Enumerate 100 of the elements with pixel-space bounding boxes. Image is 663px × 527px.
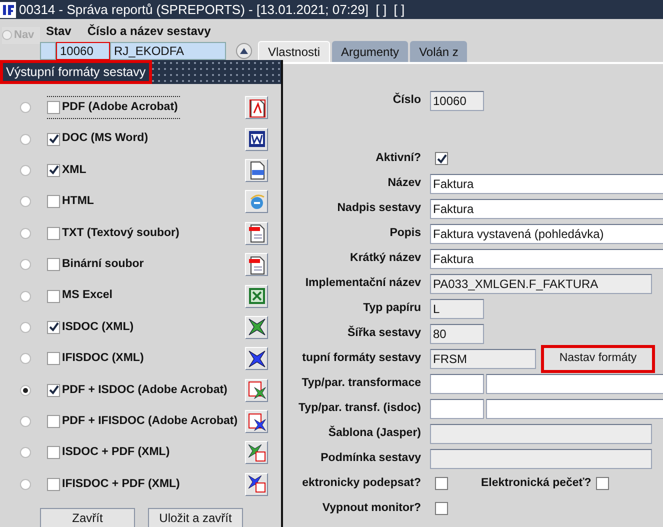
format-checkbox[interactable]: PDF (Adobe Acrobat): [47, 96, 180, 120]
radio-button[interactable]: [20, 134, 31, 145]
file-format-icon: [246, 286, 266, 306]
checkmark-icon: [48, 322, 58, 332]
text-field[interactable]: Faktura vystavená (pohledávka): [430, 224, 663, 244]
format-checkbox[interactable]: PDF + ISDOC (Adobe Acrobat): [47, 378, 230, 402]
format-checkbox[interactable]: IFISDOC (XML): [47, 347, 146, 370]
format-icon-button[interactable]: [245, 378, 268, 402]
field-label: Vypnout monitor?: [321, 500, 422, 516]
column-header: Číslo a název sestavy: [87, 23, 211, 40]
field-label: Elektronická pečeť?: [481, 476, 592, 491]
checkbox[interactable]: [435, 477, 448, 490]
text-field[interactable]: [486, 374, 663, 394]
field-label: Název: [386, 176, 422, 191]
file-format-icon: [246, 254, 266, 275]
format-icon-button[interactable]: [245, 316, 268, 339]
field-label: Typ/par. transf. (isdoc): [298, 400, 422, 416]
radio-button[interactable]: [20, 259, 31, 270]
name-field[interactable]: RJ_EKODFA: [110, 42, 226, 60]
radio-button[interactable]: [20, 322, 31, 333]
radio-button[interactable]: [20, 478, 31, 490]
field-label: Šablona (Jasper): [327, 424, 422, 441]
file-format-icon: [246, 380, 266, 400]
format-icon-button[interactable]: [245, 128, 268, 151]
format-checkbox[interactable]: TXT (Textový soubor): [47, 222, 182, 245]
format-icon-button[interactable]: [245, 347, 268, 370]
tab[interactable]: Vlastnosti: [258, 41, 330, 62]
text-field[interactable]: [486, 398, 663, 418]
format-icon-button[interactable]: [245, 158, 268, 182]
readonly-field[interactable]: 10060: [430, 90, 484, 110]
readonly-field[interactable]: PA033_XMLGEN.F_FAKTURA: [430, 274, 652, 294]
text-field[interactable]: Faktura: [430, 248, 663, 268]
checkmark-icon: [48, 165, 58, 176]
format-checkbox[interactable]: ISDOC (XML): [47, 316, 136, 340]
text-field[interactable]: Faktura: [430, 198, 663, 218]
checkbox[interactable]: [435, 502, 448, 515]
format-icon-button[interactable]: [245, 472, 268, 496]
format-icon-button[interactable]: [245, 441, 268, 464]
radio-button[interactable]: [20, 228, 31, 239]
dialog-button[interactable]: Zavřít: [40, 508, 135, 527]
set-formats-button[interactable]: Nastav formáty: [544, 348, 652, 370]
window-title: 00314 - Správa reportů (SPREPORTS) - [13.01.2021; 07:29] [ ] [ ]: [19, 0, 405, 19]
readonly-field[interactable]: [430, 448, 652, 468]
radio-button[interactable]: [20, 102, 31, 114]
field-label: Typ/par. transformace: [300, 376, 422, 391]
radio-button[interactable]: [20, 353, 31, 364]
tab[interactable]: Volán z: [410, 41, 468, 62]
dialog-button[interactable]: Uložit a zavřít: [148, 508, 243, 527]
text-field[interactable]: [430, 374, 484, 394]
file-format-icon: [246, 317, 266, 338]
format-checkbox[interactable]: XML: [47, 158, 88, 182]
field-label: Nadpis sestavy: [336, 200, 422, 216]
format-checkbox[interactable]: HTML: [47, 190, 96, 214]
file-format-icon: [246, 129, 266, 150]
field-label: tupní formáty sestavy: [301, 350, 422, 366]
format-checkbox[interactable]: MS Excel: [47, 284, 114, 308]
tab[interactable]: Argumenty: [332, 41, 408, 62]
scroll-up-button[interactable]: [236, 43, 252, 59]
field-label: Aktivní?: [374, 150, 422, 166]
format-checkbox[interactable]: PDF + IFISDOC (Adobe Acrobat): [47, 410, 240, 434]
app-logo-icon: [0, 2, 16, 18]
checkbox[interactable]: [435, 152, 448, 165]
readonly-field[interactable]: FRSM: [430, 348, 536, 368]
caret-up-icon: [240, 48, 248, 54]
format-icon-button[interactable]: [245, 96, 268, 120]
checkmark-icon: [48, 385, 58, 396]
file-format-icon: [246, 412, 266, 432]
file-format-icon: [246, 442, 266, 463]
checkmark-icon: [436, 154, 446, 164]
format-checkbox[interactable]: Binární soubor: [47, 253, 146, 276]
field-label: Popis: [388, 226, 422, 241]
number-field[interactable]: 10060: [56, 42, 110, 60]
radio-button[interactable]: [20, 416, 31, 428]
text-field[interactable]: Faktura: [430, 174, 663, 194]
field-label: Šířka sestavy: [346, 324, 422, 341]
file-format-icon: [246, 474, 266, 494]
format-icon-button[interactable]: [245, 253, 268, 276]
checkbox[interactable]: [596, 477, 610, 490]
radio-button[interactable]: [20, 290, 31, 302]
text-field[interactable]: [430, 398, 484, 418]
field-label: Číslo: [392, 92, 422, 108]
format-icon-button[interactable]: [245, 410, 268, 434]
field-label: Typ papíru: [362, 300, 422, 316]
radio-button[interactable]: [20, 384, 31, 396]
file-format-icon: [246, 348, 266, 369]
readonly-field[interactable]: 80: [430, 324, 484, 344]
radio-button[interactable]: [20, 196, 31, 208]
radio-button[interactable]: [20, 164, 31, 176]
file-format-icon: [246, 98, 266, 118]
radio-button[interactable]: [20, 447, 31, 458]
format-checkbox[interactable]: IFISDOC + PDF (XML): [47, 472, 182, 496]
field-label: ektronicky podepsat?: [301, 476, 422, 491]
readonly-field[interactable]: L: [430, 298, 484, 318]
format-checkbox[interactable]: DOC (MS Word): [47, 127, 150, 151]
field-label: Krátký název: [349, 250, 422, 266]
status-field[interactable]: [40, 42, 56, 60]
format-icon-button[interactable]: [245, 222, 268, 245]
checkmark-icon: [48, 134, 58, 144]
format-checkbox[interactable]: ISDOC + PDF (XML): [47, 441, 172, 465]
readonly-field[interactable]: [430, 424, 652, 444]
